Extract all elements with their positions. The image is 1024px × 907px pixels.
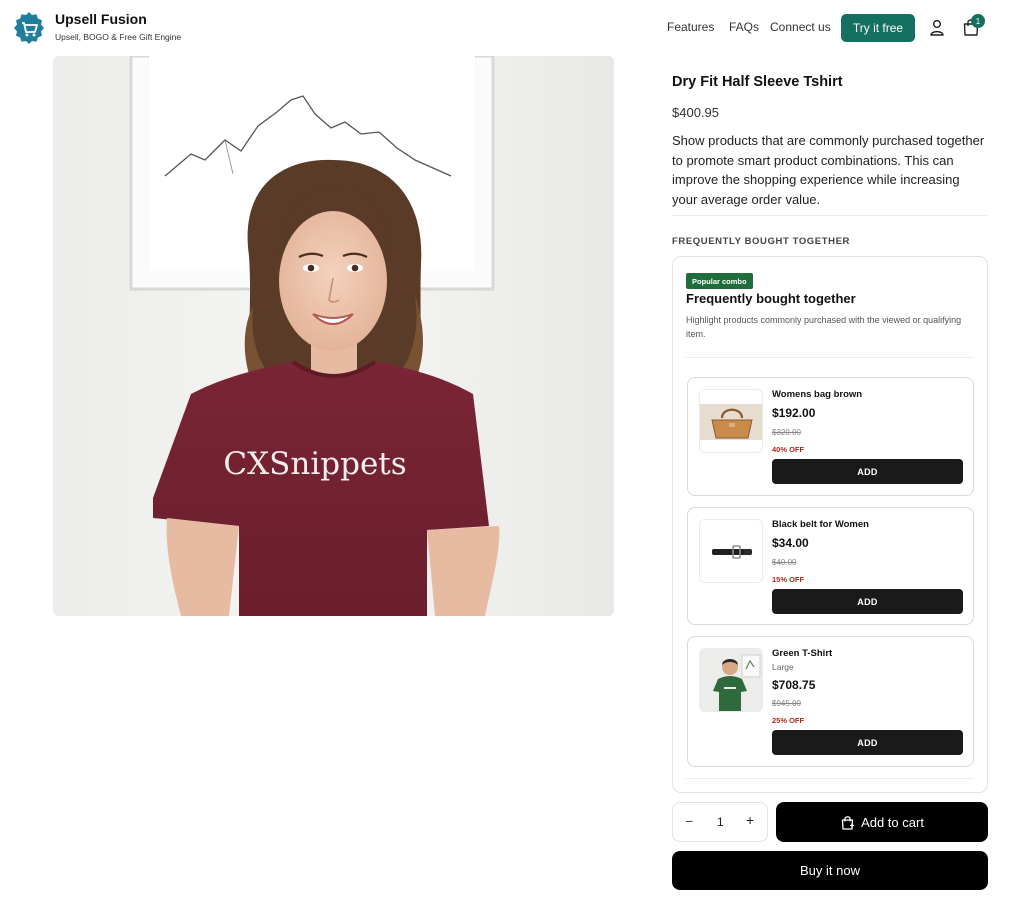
hero-photo: CXSnippets — [53, 56, 614, 616]
fbt-item-name: Green T-Shirt — [772, 648, 833, 659]
nav-connect-us[interactable]: Connect us — [770, 20, 831, 34]
fbt-item-card: Green T-Shirt Large $708.75 $945.00 25% … — [687, 636, 974, 767]
fbt-item-price: $34.00 — [772, 536, 809, 550]
add-item-button[interactable]: ADD — [772, 459, 963, 484]
shirt-print-text: CXSnippets — [223, 446, 406, 482]
quantity-increase-button[interactable]: + — [746, 812, 754, 828]
cart-count-badge: 1 — [971, 14, 985, 28]
popular-combo-badge: Popular combo — [686, 273, 753, 289]
fbt-item-discount: 40% OFF — [772, 445, 805, 454]
brand-logo-icon[interactable] — [12, 11, 46, 45]
fbt-section-heading: FREQUENTLY BOUGHT TOGETHER — [672, 236, 850, 247]
brand-name[interactable]: Upsell Fusion — [55, 11, 147, 27]
product-thumbnail[interactable] — [699, 389, 763, 453]
fbt-item-card: Black belt for Women $34.00 $40.00 15% O… — [687, 507, 974, 625]
fbt-item-compare-price: $40.00 — [772, 558, 797, 567]
buy-it-now-button[interactable]: Buy it now — [672, 851, 988, 890]
bag-plus-icon — [841, 815, 855, 830]
quantity-value[interactable]: 1 — [717, 815, 724, 829]
fbt-item-discount: 15% OFF — [772, 575, 805, 584]
green-tshirt-model — [700, 649, 762, 711]
user-account-icon[interactable] — [929, 19, 945, 37]
nav-faqs[interactable]: FAQs — [729, 20, 759, 34]
belt-icon — [700, 520, 762, 582]
product-description: Show products that are commonly purchase… — [672, 133, 985, 207]
handbag-icon — [700, 404, 762, 440]
fbt-item-price: $708.75 — [772, 678, 816, 692]
site-header: Upsell Fusion Upsell, BOGO & Free Gift E… — [0, 0, 1024, 56]
divider — [686, 357, 974, 358]
fbt-item-name: Black belt for Women — [772, 519, 869, 530]
add-item-button[interactable]: ADD — [772, 730, 963, 755]
try-it-free-button[interactable]: Try it free — [841, 14, 915, 42]
product-thumbnail[interactable] — [699, 519, 763, 583]
fbt-panel: Popular combo Frequently bought together… — [672, 256, 988, 793]
nav-features[interactable]: Features — [667, 20, 714, 34]
fbt-title: Frequently bought together — [686, 291, 856, 306]
fbt-item-compare-price: $320.00 — [772, 428, 801, 437]
product-thumbnail[interactable] — [699, 648, 763, 712]
add-item-button[interactable]: ADD — [772, 589, 963, 614]
brand-tagline: Upsell, BOGO & Free Gift Engine — [55, 32, 182, 42]
product-title: Dry Fit Half Sleeve Tshirt — [672, 74, 843, 90]
divider — [686, 778, 974, 779]
quantity-decrease-button[interactable]: − — [685, 813, 693, 829]
product-hero-image[interactable]: CXSnippets — [53, 56, 614, 616]
fbt-item-compare-price: $945.00 — [772, 699, 801, 708]
quantity-stepper: − 1 + — [672, 802, 768, 842]
add-to-cart-button[interactable]: Add to cart — [776, 802, 988, 842]
fbt-item-name: Womens bag brown — [772, 389, 863, 400]
fbt-item-discount: 25% OFF — [772, 716, 805, 725]
fbt-subtitle: Highlight products commonly purchased wi… — [686, 315, 962, 339]
product-price: $400.95 — [672, 105, 719, 120]
add-to-cart-label: Add to cart — [861, 814, 924, 830]
divider — [672, 215, 988, 216]
fbt-item-variant: Large — [772, 662, 794, 672]
fbt-item-card: Womens bag brown $192.00 $320.00 40% OFF… — [687, 377, 974, 496]
fbt-item-price: $192.00 — [772, 406, 816, 420]
